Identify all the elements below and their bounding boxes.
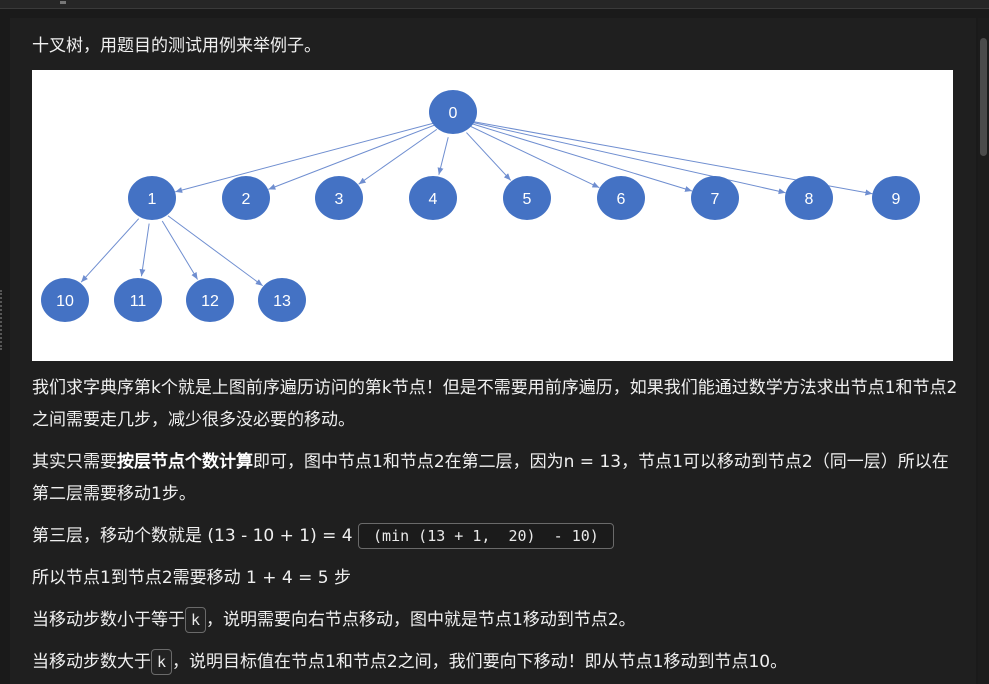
tree-node-label: 9	[892, 191, 901, 208]
tree-node-3: 3	[315, 176, 363, 220]
tree-node-7: 7	[691, 176, 739, 220]
inline-code-k: k	[185, 607, 207, 633]
tree-node-label: 7	[711, 191, 720, 208]
tree-diagram: 0 1 2 3 4 5 6 7 8 9 10 11 12 13	[32, 70, 953, 361]
paragraph-6-end: ，说明目标值在节点1和节点2之间，我们要向下移动！即从节点1移动到节点10。	[172, 652, 788, 672]
tree-node-12: 12	[186, 278, 234, 322]
tree-node-label: 6	[617, 191, 626, 208]
edge-1-13	[167, 215, 263, 287]
tree-node-label: 8	[805, 191, 814, 208]
paragraph-5: 当移动步数小于等于 k ，说明需要向右节点移动，图中就是节点1移动到节点2。	[32, 604, 962, 636]
tree-node-9: 9	[872, 176, 920, 220]
edge-1-10	[80, 218, 140, 283]
paragraph-4: 所以节点1到节点2需要移动 1 + 4 = 5 步	[32, 568, 351, 588]
intro-text: 十叉树，用题目的测试用例来举例子。	[32, 36, 321, 56]
paragraph-5-end: ，说明需要向右节点移动，图中就是节点1移动到节点2。	[206, 610, 636, 630]
tree-node-11: 11	[114, 278, 162, 322]
tree-svg: 01 2 3 4 5 6 7 8 910 11 12 13	[41, 90, 920, 322]
inline-code-formula: (min (13 + 1, 20) - 10)	[358, 523, 614, 549]
tree-node-8: 8	[785, 176, 833, 220]
paragraph-2-bold: 按层节点个数计算	[117, 452, 253, 472]
tree-node-label: 13	[273, 293, 291, 310]
tree-node-10: 10	[41, 278, 89, 322]
paragraph-1: 我们求字典序第k个就是上图前序遍历访问的第k节点！但是不需要用前序遍历，如果我们…	[32, 378, 958, 430]
paragraph-6-start: 当移动步数大于	[32, 652, 151, 672]
tree-node-1: 1	[128, 176, 176, 220]
edge-1-12	[161, 220, 199, 280]
paragraph-3: 第三层，移动个数就是 (13 - 10 + 1) = 4 (min (13 + …	[32, 520, 962, 552]
tree-node-0: 0	[429, 90, 477, 134]
edge-0-3	[358, 128, 438, 185]
tree-node-4: 4	[409, 176, 457, 220]
paragraph-2-start: 其实只需要	[32, 452, 117, 472]
top-toolbar	[0, 0, 989, 9]
tree-node-2: 2	[222, 176, 270, 220]
tree-node-13: 13	[258, 278, 306, 322]
tree-node-label: 0	[449, 105, 458, 122]
tree-node-label: 11	[130, 293, 147, 310]
inline-code-k-2: k	[151, 649, 173, 675]
paragraph-5-start: 当移动步数小于等于	[32, 610, 185, 630]
tree-node-label: 3	[335, 191, 344, 208]
scrollbar-thumb[interactable]	[980, 38, 987, 156]
edge-0-1	[175, 122, 434, 193]
edge-0-5	[466, 132, 512, 181]
paragraph-2: 其实只需要按层节点个数计算即可，图中节点1和节点2在第二层，因为n = 13，节…	[32, 446, 962, 510]
tree-node-label: 1	[148, 191, 157, 208]
tree-node-5: 5	[503, 176, 551, 220]
tree-node-label: 2	[242, 191, 251, 208]
paragraph-3-text: 第三层，移动个数就是 (13 - 10 + 1) = 4	[32, 526, 353, 546]
edge-1-11	[139, 223, 150, 277]
tree-node-6: 6	[597, 176, 645, 220]
drag-handle[interactable]	[0, 290, 4, 350]
tree-node-label: 10	[56, 293, 74, 310]
tree-node-label: 12	[201, 293, 219, 310]
edge-0-4	[437, 137, 449, 175]
toolbar-fragment	[60, 1, 66, 4]
paragraph-6: 当移动步数大于 k ，说明目标值在节点1和节点2之间，我们要向下移动！即从节点1移动…	[32, 646, 962, 678]
tree-node-label: 5	[523, 191, 532, 208]
tree-node-label: 4	[429, 191, 438, 208]
edge-0-7	[471, 123, 693, 192]
